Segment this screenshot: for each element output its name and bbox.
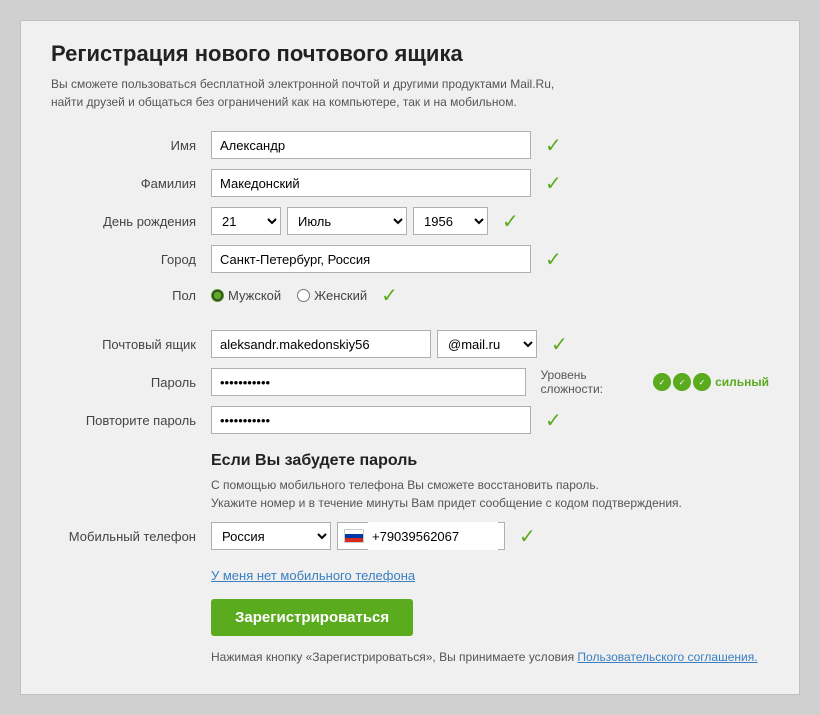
strength-label: сильный [715, 375, 769, 389]
confirm-password-checkmark: ✓ [545, 408, 562, 433]
recovery-section: Если Вы забудете пароль С помощью мобиль… [51, 452, 769, 512]
surname-checkmark: ✓ [545, 171, 562, 196]
name-label: Имя [51, 138, 211, 153]
city-field: ✓ [211, 245, 562, 273]
password-row: Пароль Уровень сложности: ✓ ✓ ✓ [51, 368, 769, 396]
password-input[interactable] [211, 368, 526, 396]
svg-text:✓: ✓ [679, 378, 686, 387]
register-button[interactable]: Зарегистрироваться [211, 599, 413, 636]
page-description: Вы сможете пользоваться бесплатной элект… [51, 75, 571, 111]
name-checkmark: ✓ [545, 133, 562, 158]
svg-text:✓: ✓ [659, 378, 666, 387]
phone-input[interactable] [368, 522, 498, 550]
birthday-label: День рождения [51, 214, 211, 229]
confirm-password-label: Повторите пароль [51, 413, 211, 428]
gender-female-radio[interactable] [297, 289, 310, 302]
city-label: Город [51, 252, 211, 267]
footer-text: Нажимая кнопку «Зарегистрироваться», Вы … [51, 650, 769, 664]
confirm-password-field: ✓ [211, 406, 562, 434]
city-row: Город ✓ [51, 245, 769, 273]
day-select[interactable]: 1234567891011121314151617181920212223242… [211, 207, 281, 235]
surname-row: Фамилия ✓ [51, 169, 769, 197]
gender-row: Пол Мужской Женский ✓ [51, 283, 769, 308]
strength-icon-3: ✓ [693, 373, 711, 391]
recovery-title: Если Вы забудете пароль [211, 452, 769, 470]
gender-male-text: Мужской [228, 288, 281, 303]
email-label: Почтовый ящик [51, 337, 211, 352]
gender-field: Мужской Женский ✓ [211, 283, 398, 308]
city-checkmark: ✓ [545, 247, 562, 272]
confirm-password-row: Повторите пароль ✓ [51, 406, 769, 434]
password-strength: Уровень сложности: ✓ ✓ ✓ сильный [540, 368, 769, 396]
gender-male-label[interactable]: Мужской [211, 288, 281, 303]
email-domain-select[interactable]: @mail.ru @inbox.ru @list.ru @bk.ru [437, 330, 537, 358]
gender-checkmark: ✓ [381, 283, 398, 308]
email-field: @mail.ru @inbox.ru @list.ru @bk.ru ✓ [211, 330, 568, 358]
footer-static-text: Нажимая кнопку «Зарегистрироваться», Вы … [211, 650, 574, 664]
no-phone-link[interactable]: У меня нет мобильного телефона [51, 568, 415, 583]
name-row: Имя ✓ [51, 131, 769, 159]
gender-label: Пол [51, 288, 211, 303]
strength-icon-1: ✓ [653, 373, 671, 391]
phone-row: Мобильный телефон Россия Украина Беларус… [51, 522, 769, 550]
surname-field: ✓ [211, 169, 562, 197]
strength-text: Уровень сложности: [540, 368, 649, 396]
name-field: ✓ [211, 131, 562, 159]
email-checkmark: ✓ [551, 332, 568, 357]
phone-field: Россия Украина Беларусь Казахстан США Др… [211, 522, 536, 550]
gender-radio-group: Мужской Женский [211, 288, 367, 303]
surname-label: Фамилия [51, 176, 211, 191]
strength-icons: ✓ ✓ ✓ [653, 373, 711, 391]
flag-ru-icon [344, 529, 364, 543]
email-row: Почтовый ящик @mail.ru @inbox.ru @list.r… [51, 330, 769, 358]
strength-icon-2: ✓ [673, 373, 691, 391]
name-input[interactable] [211, 131, 531, 159]
password-label: Пароль [51, 375, 211, 390]
country-select[interactable]: Россия Украина Беларусь Казахстан США Др… [211, 522, 331, 550]
birthday-field: 1234567891011121314151617181920212223242… [211, 207, 519, 235]
phone-prefix [337, 522, 505, 550]
email-input[interactable] [211, 330, 431, 358]
gender-male-radio[interactable] [211, 289, 224, 302]
registration-form-container: Регистрация нового почтового ящика Вы см… [20, 20, 800, 695]
confirm-password-input[interactable] [211, 406, 531, 434]
surname-input[interactable] [211, 169, 531, 197]
recovery-desc: С помощью мобильного телефона Вы сможете… [211, 476, 691, 512]
gender-female-label[interactable]: Женский [297, 288, 367, 303]
birthday-row: День рождения 12345678910111213141516171… [51, 207, 769, 235]
page-title: Регистрация нового почтового ящика [51, 41, 769, 67]
phone-label: Мобильный телефон [51, 529, 211, 544]
gender-female-text: Женский [314, 288, 367, 303]
password-field: Уровень сложности: ✓ ✓ ✓ сильный [211, 368, 769, 396]
terms-link[interactable]: Пользовательского соглашения. [577, 650, 757, 664]
phone-checkmark: ✓ [519, 524, 536, 549]
year-select[interactable]: 2026202520242023202220212020201920182017… [413, 207, 488, 235]
month-select[interactable]: ЯнварьФевральМартАпрельМайИюньИюльАвгуст… [287, 207, 407, 235]
submit-section: Зарегистрироваться [51, 583, 769, 636]
birthday-checkmark: ✓ [502, 209, 519, 234]
svg-text:✓: ✓ [699, 378, 706, 387]
city-input[interactable] [211, 245, 531, 273]
page-wrapper: Регистрация нового почтового ящика Вы см… [20, 20, 800, 695]
